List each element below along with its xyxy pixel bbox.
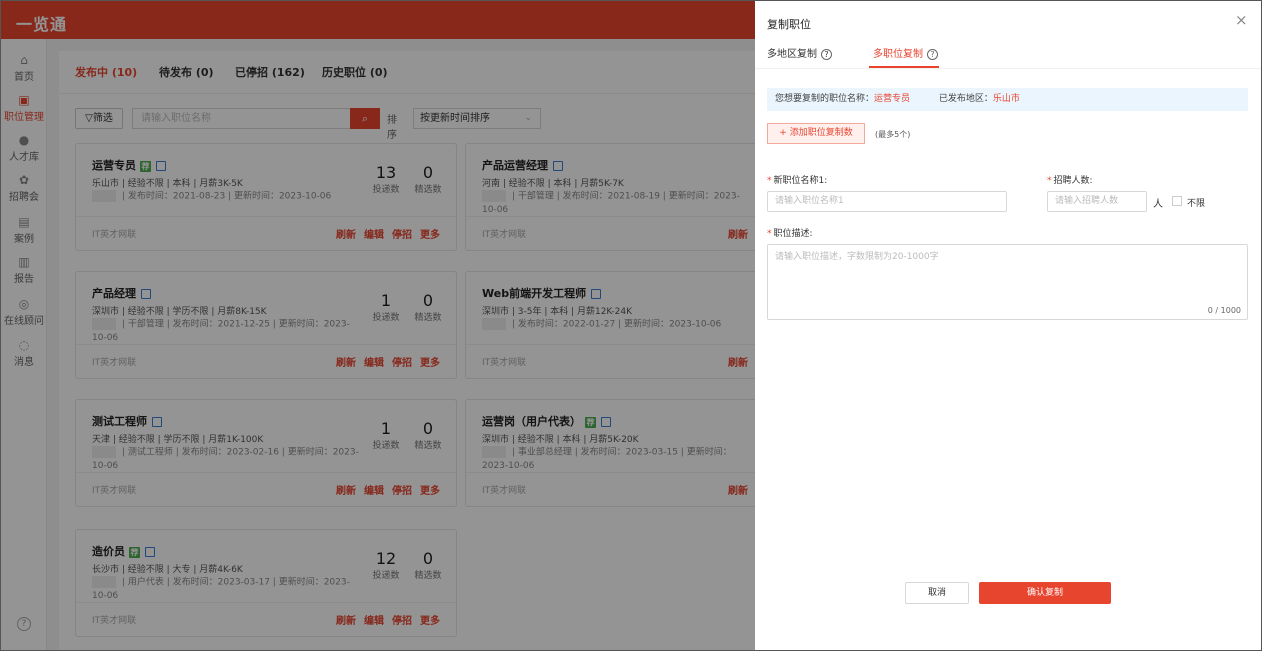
source-job-name: 运营专员 bbox=[874, 94, 911, 104]
cancel-button[interactable]: 取消 bbox=[905, 582, 969, 604]
copy-job-drawer: 复制职位 × 多地区复制? 多职位复制? 您想要复制的职位名称：运营专员 已发布… bbox=[755, 1, 1261, 650]
tabs-divider bbox=[755, 68, 1261, 69]
modal-overlay[interactable] bbox=[1, 1, 755, 650]
confirm-copy-button[interactable]: 确认复制 bbox=[979, 582, 1111, 604]
headcount-label: * 招聘人数: bbox=[1047, 176, 1093, 186]
unlimited-checkbox[interactable] bbox=[1172, 196, 1182, 206]
tab-multi-region[interactable]: 多地区复制? bbox=[767, 45, 832, 60]
question-icon[interactable]: ? bbox=[927, 48, 938, 60]
job-name-input[interactable]: 请输入职位名称1 bbox=[767, 191, 1007, 212]
add-limit-hint: (最多5个) bbox=[875, 130, 911, 139]
question-icon[interactable]: ? bbox=[821, 48, 832, 60]
unlimited-label[interactable]: 不限 bbox=[1187, 196, 1205, 209]
job-desc-label: * 职位描述: bbox=[767, 229, 813, 239]
source-job-region: 乐山市 bbox=[992, 94, 1020, 104]
headcount-unit: 人 bbox=[1153, 199, 1163, 210]
tab-multi-job[interactable]: 多职位复制? bbox=[873, 45, 938, 60]
drawer-title: 复制职位 bbox=[767, 18, 811, 31]
job-name-label: * 新职位名称1: bbox=[767, 176, 828, 186]
job-desc-textarea[interactable]: 请输入职位描述，字数限制为20-1000字 0 / 1000 bbox=[767, 244, 1248, 320]
add-job-copy-button[interactable]: + 添加职位复制数 bbox=[767, 123, 865, 144]
char-counter: 0 / 1000 bbox=[1207, 306, 1241, 315]
source-job-info: 您想要复制的职位名称：运营专员 已发布地区：乐山市 bbox=[767, 88, 1248, 111]
app-window: 一览通 ⌂ 首页 ▣ 职位管理 ● 人才库 ✿ 招聘会 ▤ 案例 ▥ 报告 ◎ 在线顾问 ◌ 消… bbox=[0, 0, 1262, 651]
close-icon[interactable]: × bbox=[1235, 13, 1248, 28]
headcount-input[interactable]: 请输入招聘人数 bbox=[1047, 191, 1147, 212]
